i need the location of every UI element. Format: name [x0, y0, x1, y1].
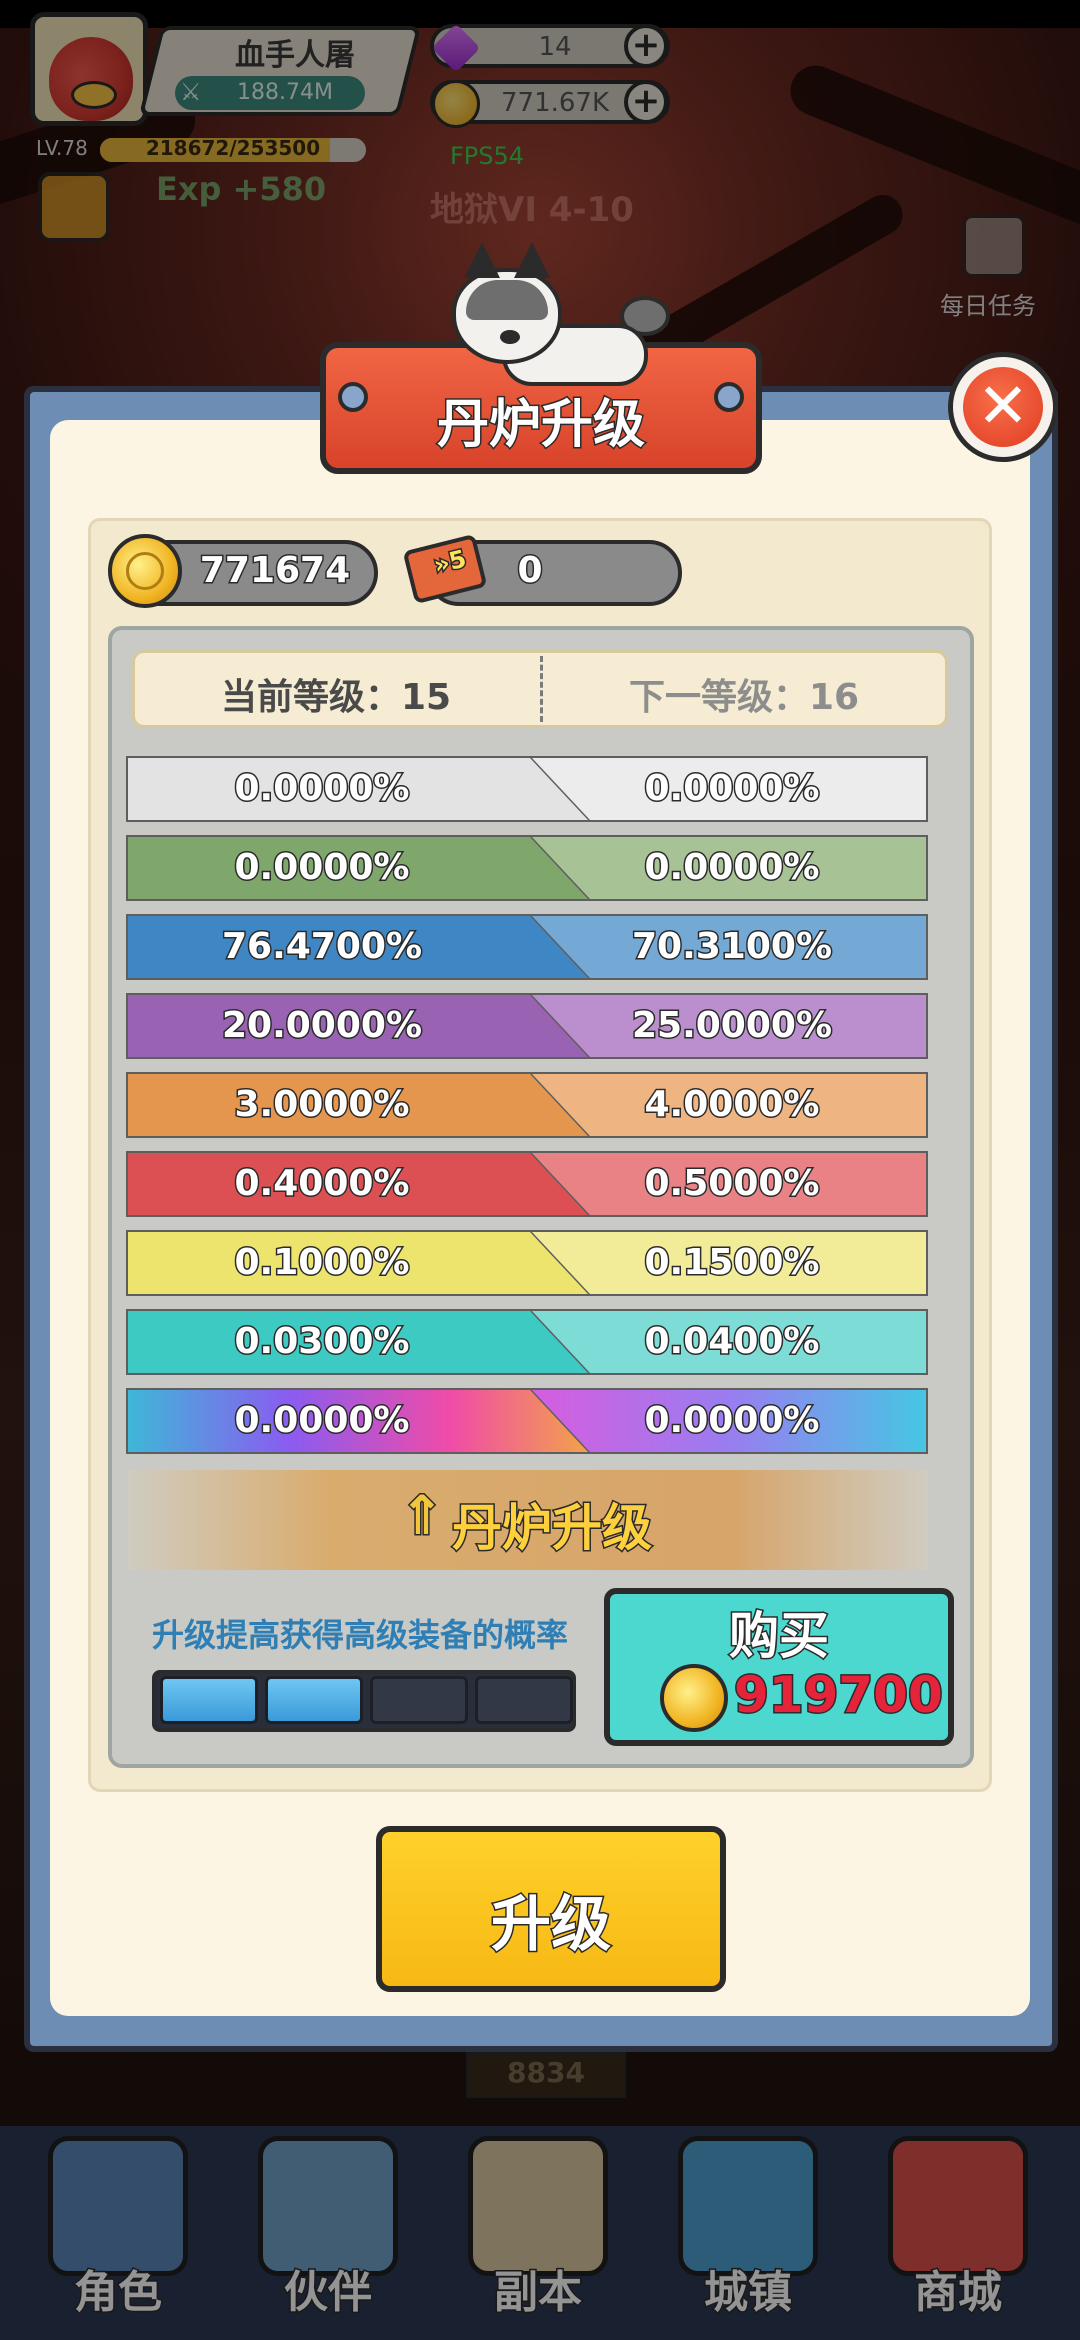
progress-segment-filled	[265, 1676, 363, 1724]
coin-balance-value: 771674	[198, 549, 351, 593]
progress-segment-empty	[475, 1676, 573, 1724]
upgrade-button-label: 升级	[490, 1889, 613, 1962]
probability-row: 0.0400% 0.0300%	[126, 1309, 928, 1375]
current-level-probability: 0.0000%	[128, 1390, 588, 1452]
current-level-probability: 76.4700%	[128, 916, 588, 978]
coin-face	[126, 552, 164, 590]
upgrade-banner-title: 丹炉升级	[451, 1498, 654, 1559]
current-level: 当前等级：15	[220, 677, 452, 718]
probability-row: 0.0000% 0.0000%	[126, 756, 928, 822]
current-level-probability: 0.0000%	[128, 758, 588, 820]
husky-head	[452, 242, 562, 364]
current-level-probability: 20.0000%	[128, 995, 588, 1057]
close-icon: ✕	[963, 367, 1043, 447]
probability-row: 25.0000% 20.0000%	[126, 993, 928, 1059]
dialog-title: 丹炉升级	[435, 394, 646, 457]
current-level-probability: 0.0300%	[128, 1311, 588, 1373]
husky-nose	[500, 330, 520, 344]
ticket-balance-value: 0	[516, 549, 544, 593]
gold-coin-icon	[660, 1664, 728, 1732]
probability-row: 0.5000% 0.4000%	[126, 1151, 928, 1217]
probability-row: 70.3100% 76.4700%	[126, 914, 928, 980]
husky-mascot-icon	[452, 242, 670, 388]
buy-button-label: 购买	[728, 1606, 831, 1667]
next-level: 下一等级：16	[628, 677, 860, 718]
probability-row: 0.1500% 0.1000%	[126, 1230, 928, 1296]
current-level-probability: 0.1000%	[128, 1232, 588, 1294]
current-level-probability: 0.0000%	[128, 837, 588, 899]
upgrade-arrow-icon: ⇑	[398, 1484, 446, 1547]
close-button[interactable]: ✕	[948, 352, 1058, 462]
current-level-probability: 0.4000%	[128, 1153, 588, 1215]
husky-mask	[466, 280, 548, 320]
probability-row: 4.0000% 3.0000%	[126, 1072, 928, 1138]
probability-row: 0.0000% 0.0000%	[126, 1388, 928, 1454]
buy-cost: 919700	[733, 1665, 945, 1726]
upgrade-description: 升级提高获得高级装备的概率	[151, 1616, 568, 1654]
probability-row: 0.0000% 0.0000%	[126, 835, 928, 901]
current-level-probability: 3.0000%	[128, 1074, 588, 1136]
progress-segment-empty	[370, 1676, 468, 1724]
progress-segment-filled	[160, 1676, 258, 1724]
